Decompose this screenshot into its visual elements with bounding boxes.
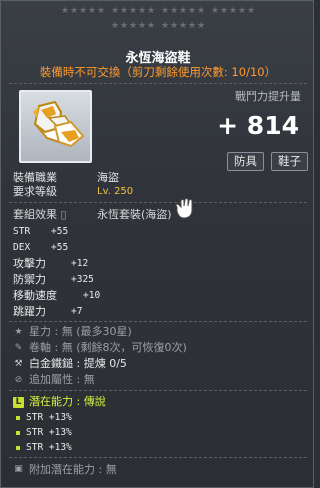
stats-list: STR +55 DEX +55 攻擊力 +12 防禦力 +325 移動速度 +10 跳躍力… (13, 224, 100, 320)
star-icon: ★ (238, 6, 247, 16)
star-group: ★ ★ ★ ★ ★ (161, 7, 205, 19)
set-name: 永恆套裝(海盜) (97, 208, 172, 221)
star-icon: ★ (120, 21, 129, 31)
star-group: ★ ★ ★ ★ ★ (211, 7, 255, 19)
potential-section: L 潛在能力 : 傳說 STR +13% STR +13% STR +13% (13, 394, 106, 455)
divider (9, 390, 307, 391)
lock-icon: ▣ (14, 464, 23, 474)
stat-row: STR +55 (13, 226, 69, 237)
item-tooltip: ★ ★ ★ ★ ★ ★ ★ ★ ★ ★ ★ ★ ★ ★ ★ ★ ★ ★ ★ ★ ★ ★ ★ ★ ★ ★ ★ ★ ★ ★ 永恆海盜… (0, 0, 314, 488)
divider (9, 321, 307, 322)
req-value: Lv. 250 (97, 186, 134, 197)
stat-row: 跳躍力 +7 (13, 305, 83, 318)
set-effect: 套組效果 ▯ 永恆套裝(海盜) (13, 208, 172, 222)
power-value: + 814 (217, 111, 299, 140)
star-icon: ★ (170, 21, 179, 31)
star-icon: ★ (138, 6, 147, 16)
star-icon: ★ (129, 21, 138, 31)
star-icon: ★ (14, 327, 23, 337)
divider (9, 83, 307, 84)
upgrade-info: ★ 星力 : 無 (最多30星) ✎ 卷軸 : 無 (剩餘8次，可恢復0次) ⚒ 白金… (13, 324, 187, 388)
star-icon: ★ (70, 6, 79, 16)
starforce-info: ★ 星力 : 無 (最多30星) (14, 325, 132, 338)
potential-line: STR +13% (13, 425, 106, 440)
hammer-icon: ⚒ (14, 359, 23, 369)
scroll-info: ✎ 卷軸 : 無 (剩餘8次，可恢復0次) (14, 341, 187, 354)
scroll-icon: ✎ (14, 343, 23, 353)
star-force-row: ★ ★ ★ ★ ★ ★ ★ ★ ★ ★ ★ ★ ★ ★ ★ ★ ★ ★ ★ ★ ★ ★ ★ ★ ★ ★ ★ ★ ★ ★ (1, 7, 315, 35)
potential-line: STR +13% (13, 410, 106, 425)
potential-title: 潛在能力 : 傳說 (29, 395, 106, 408)
star-group: ★ ★ ★ ★ ★ (111, 7, 155, 19)
bullet-icon (16, 415, 20, 420)
star-icon: ★ (188, 21, 197, 31)
star-icon: ★ (188, 6, 197, 16)
trade-warning: 裝備時不可交換（剪刀剩餘使用次數: 10/10） (39, 65, 277, 79)
star-icon: ★ (88, 6, 97, 16)
star-icon: ★ (170, 6, 179, 16)
star-icon: ★ (97, 6, 106, 16)
stat-row: 移動速度 +10 (13, 289, 101, 302)
set-label: 套組效果 ▯ (13, 208, 67, 221)
star-icon: ★ (161, 6, 170, 16)
star-icon: ★ (211, 6, 220, 16)
tag-shoes: 鞋子 (271, 152, 308, 171)
additional-potential: ▣ 附加潛在能力 : 無 (14, 463, 117, 476)
hammer-info: ⚒ 白金鐵鎚 : 提煉 0/5 (14, 357, 127, 370)
stat-row: DEX +55 (13, 242, 69, 253)
star-icon: ★ (147, 21, 156, 31)
star-icon: ★ (197, 21, 206, 31)
stat-row: 防禦力 +325 (13, 273, 94, 286)
requirements: 裝備職業 海盜 要求等級 Lv. 250 (13, 171, 133, 199)
star-icon: ★ (220, 6, 229, 16)
star-icon: ★ (161, 21, 170, 31)
star-icon: ★ (79, 6, 88, 16)
legendary-badge-icon: L (13, 396, 24, 408)
star-group: ★ ★ ★ ★ ★ (111, 22, 155, 34)
star-icon: ★ (247, 6, 256, 16)
bullet-icon (16, 445, 20, 450)
star-icon: ★ (129, 6, 138, 16)
star-group: ★ ★ ★ ★ ★ (161, 22, 205, 34)
tag-armor: 防具 (227, 152, 264, 171)
stat-row: 攻擊力 +12 (13, 257, 89, 270)
star-icon: ★ (179, 21, 188, 31)
req-label: 要求等級 (13, 185, 57, 198)
divider (9, 202, 307, 203)
star-icon: ★ (120, 6, 129, 16)
star-group: ★ ★ ★ ★ ★ (61, 7, 105, 19)
power-label: 戰鬥力提升量 (235, 90, 301, 103)
divider (9, 457, 307, 458)
bullet-icon (16, 430, 20, 435)
req-job: 裝備職業 海盜 (13, 171, 133, 185)
flame-info: ⊘ 追加屬性 : 無 (14, 373, 95, 386)
star-icon: ★ (229, 6, 238, 16)
req-level: 要求等級 Lv. 250 (13, 185, 133, 199)
potential-line: STR +13% (13, 440, 106, 455)
star-icon: ★ (111, 6, 120, 16)
star-icon: ★ (111, 21, 120, 31)
flame-icon: ⊘ (14, 375, 23, 385)
star-icon: ★ (138, 21, 147, 31)
star-icon: ★ (147, 6, 156, 16)
star-icon: ★ (197, 6, 206, 16)
star-icon: ★ (179, 6, 188, 16)
set-icon: ▯ (60, 208, 67, 221)
boots-icon (33, 100, 85, 148)
req-label: 裝備職業 (13, 171, 57, 184)
item-icon-frame (19, 90, 92, 163)
hand-cursor-icon (175, 198, 193, 219)
star-icon: ★ (61, 6, 70, 16)
req-value: 海盜 (97, 171, 119, 184)
